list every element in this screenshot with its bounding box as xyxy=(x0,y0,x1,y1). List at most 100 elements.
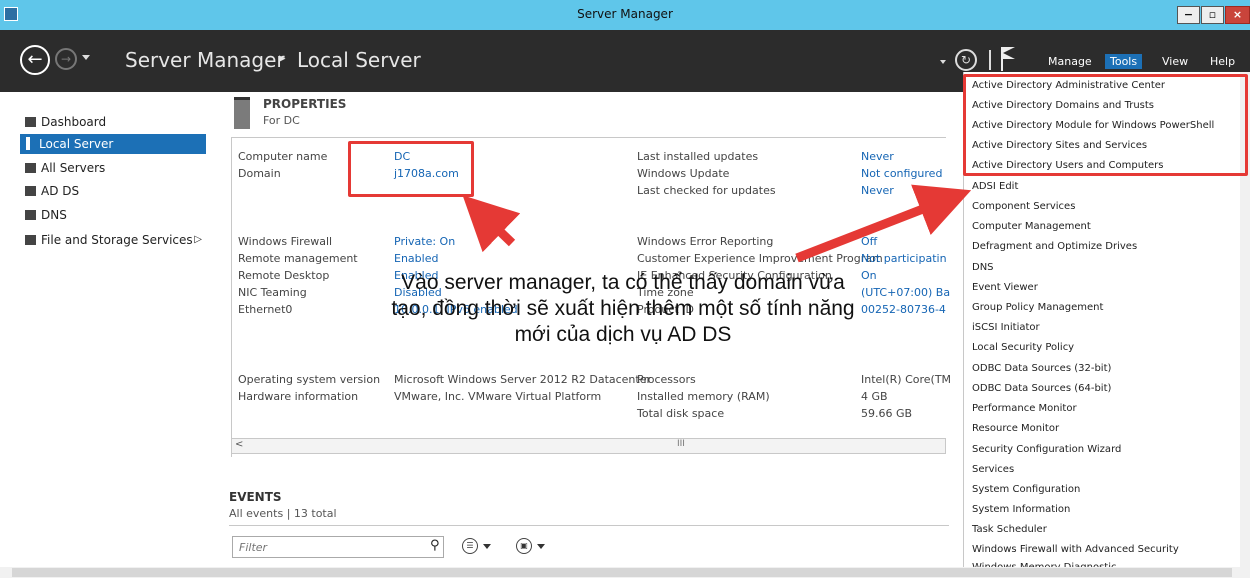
prop-label: Remote Desktop xyxy=(238,269,330,282)
dashboard-icon xyxy=(25,117,36,127)
tools-menu-item[interactable]: ADSI Edit xyxy=(972,181,1018,192)
tools-menu-item[interactable]: Computer Management xyxy=(972,221,1091,232)
sidebar-item-label: Local Server xyxy=(39,137,114,151)
prop-value: 59.66 GB xyxy=(861,407,913,420)
tools-menu-item[interactable]: Group Policy Management xyxy=(972,302,1103,313)
prop-value-link[interactable]: Off xyxy=(861,235,877,248)
sidebar-item-local-server[interactable]: Local Server xyxy=(20,134,206,154)
ad-tools-highlight-box xyxy=(963,74,1248,176)
tools-menu-item[interactable]: System Information xyxy=(972,504,1070,515)
prop-value: VMware, Inc. VMware Virtual Platform xyxy=(394,390,602,403)
prop-value-link[interactable]: Not configured xyxy=(861,167,942,180)
sidebar: Dashboard Local Server All Servers AD DS… xyxy=(0,92,207,567)
prop-value-link[interactable]: Not participatin xyxy=(861,252,947,265)
header-dropdown-icon[interactable] xyxy=(940,60,946,64)
sidebar-item-ad-ds[interactable]: AD DS xyxy=(22,181,207,201)
prop-label: Last checked for updates xyxy=(637,184,776,197)
annotation-caption: Vào server manager, ta có thể thấy domai… xyxy=(391,271,855,346)
menu-help[interactable]: Help xyxy=(1205,54,1240,69)
prop-value-link[interactable]: On xyxy=(861,269,877,282)
prop-label: Hardware information xyxy=(238,390,359,403)
properties-horizontal-scrollbar[interactable]: < III xyxy=(231,438,946,454)
tools-menu-item[interactable]: Event Viewer xyxy=(972,282,1038,293)
prop-label: Windows Firewall xyxy=(238,235,333,248)
menu-tools[interactable]: Tools xyxy=(1105,54,1143,69)
sidebar-item-file-storage[interactable]: File and Storage Services ▷ xyxy=(22,230,207,250)
sidebar-item-label: Dashboard xyxy=(41,115,107,129)
tools-menu-item[interactable]: Component Services xyxy=(972,201,1075,212)
back-button[interactable]: ← xyxy=(20,45,50,75)
tools-menu-item[interactable]: System Configuration xyxy=(972,484,1080,495)
chevron-down-icon[interactable] xyxy=(537,544,545,549)
prop-value-link[interactable]: Private: On xyxy=(394,235,455,248)
prop-value-link[interactable]: Enabled xyxy=(394,252,438,265)
sidebar-item-dashboard[interactable]: Dashboard xyxy=(22,112,207,132)
sidebar-item-all-servers[interactable]: All Servers xyxy=(22,158,207,178)
history-dropdown-icon[interactable] xyxy=(82,55,90,60)
window-title: Server Manager xyxy=(577,7,673,21)
tools-menu-item[interactable]: Resource Monitor xyxy=(972,423,1059,434)
tools-menu-item[interactable]: iSCSI Initiator xyxy=(972,322,1040,333)
prop-label: Ethernet0 xyxy=(238,303,293,316)
prop-value: Intel(R) Core(TM xyxy=(861,373,952,386)
events-filter-input[interactable] xyxy=(232,536,444,558)
prop-label: Domain xyxy=(238,167,281,180)
prop-label: Operating system version xyxy=(238,373,381,386)
save-query-icon[interactable]: ▣ xyxy=(516,538,532,554)
tools-menu-item[interactable]: Security Configuration Wizard xyxy=(972,444,1121,455)
prop-label: Windows Error Reporting xyxy=(637,235,774,248)
menu-view[interactable]: View xyxy=(1157,54,1193,69)
close-button[interactable]: × xyxy=(1225,6,1250,24)
prop-label: Total disk space xyxy=(637,407,725,420)
tools-menu-item[interactable]: ODBC Data Sources (64-bit) xyxy=(972,383,1111,394)
maximize-button[interactable]: ▫ xyxy=(1201,6,1224,24)
scroll-left-icon[interactable]: < xyxy=(235,439,243,450)
sidebar-item-label: File and Storage Services xyxy=(41,233,193,247)
list-options-icon[interactable]: ☰ xyxy=(462,538,478,554)
prop-label: Installed memory (RAM) xyxy=(637,390,770,403)
sidebar-item-label: AD DS xyxy=(41,184,80,198)
prop-value: Microsoft Windows Server 2012 R2 Datacen… xyxy=(394,373,652,386)
scroll-thumb-grip[interactable]: III xyxy=(677,439,685,449)
bottom-scrollbar[interactable] xyxy=(0,567,1250,578)
tools-menu-item[interactable]: ODBC Data Sources (32-bit) xyxy=(972,363,1111,374)
sidebar-item-dns[interactable]: DNS xyxy=(22,205,207,225)
tools-menu-item[interactable]: Task Scheduler xyxy=(972,524,1047,535)
properties-title: PROPERTIES xyxy=(263,97,347,111)
refresh-icon[interactable]: ↻ xyxy=(955,49,977,71)
notifications-flag-icon[interactable] xyxy=(1001,47,1017,71)
chevron-down-icon[interactable] xyxy=(483,544,491,549)
expand-arrow-icon[interactable]: ▷ xyxy=(194,230,202,250)
prop-label: Processors xyxy=(637,373,696,386)
tools-menu-item[interactable]: Services xyxy=(972,464,1014,475)
ad-ds-icon xyxy=(25,186,36,196)
tools-menu-item[interactable]: Local Security Policy xyxy=(972,342,1074,353)
divider xyxy=(229,525,949,526)
prop-label: Computer name xyxy=(238,150,328,163)
properties-subtitle: For DC xyxy=(263,114,300,127)
events-subtitle: All events | 13 total xyxy=(229,507,337,520)
prop-label: Customer Experience Improvement Program xyxy=(637,252,883,265)
storage-icon xyxy=(25,235,36,245)
prop-value: 4 GB xyxy=(861,390,888,403)
prop-value-link[interactable]: Never xyxy=(861,150,894,163)
scroll-thumb[interactable] xyxy=(12,568,1232,577)
breadcrumb-root[interactable]: Server Manager xyxy=(125,48,285,72)
tools-menu-item[interactable]: Windows Firewall with Advanced Security xyxy=(972,544,1179,555)
prop-value-link[interactable]: (UTC+07:00) Ba xyxy=(861,286,950,299)
servers-icon xyxy=(25,163,36,173)
title-bar: Server Manager − ▫ × xyxy=(0,0,1250,30)
dns-icon xyxy=(25,210,36,220)
properties-icon xyxy=(234,97,250,129)
tools-menu-item[interactable]: DNS xyxy=(972,262,994,273)
menu-manage[interactable]: Manage xyxy=(1043,54,1097,69)
forward-button[interactable]: → xyxy=(55,48,77,70)
tools-menu-item[interactable]: Performance Monitor xyxy=(972,403,1077,414)
minimize-button[interactable]: − xyxy=(1177,6,1200,24)
domain-highlight-box xyxy=(348,141,474,197)
prop-value-link[interactable]: 00252-80736-4 xyxy=(861,303,946,316)
search-icon[interactable]: ⚲ xyxy=(430,538,440,553)
prop-value-link[interactable]: Never xyxy=(861,184,894,197)
tools-menu-item[interactable]: Defragment and Optimize Drives xyxy=(972,241,1137,252)
prop-label: Last installed updates xyxy=(637,150,759,163)
